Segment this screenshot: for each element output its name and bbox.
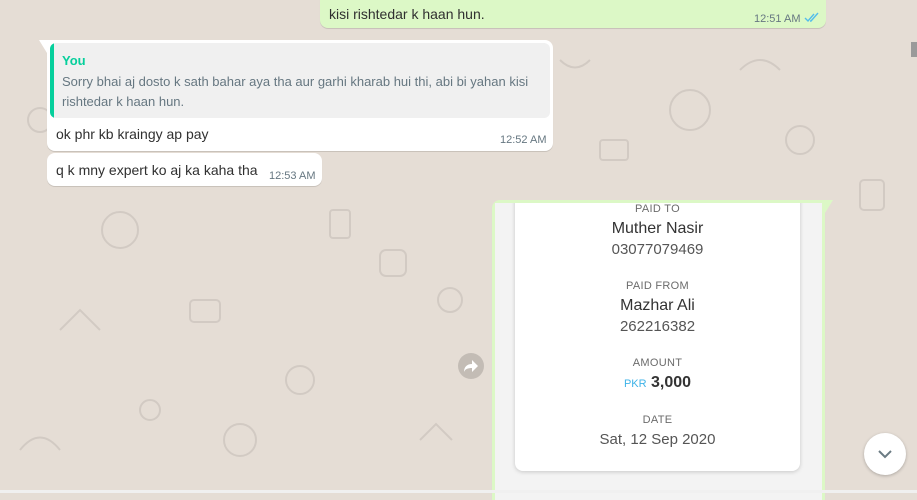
paid-to-number: 03077079469 (611, 241, 704, 258)
quoted-text: Sorry bhai aj dosto k sath bahar aya tha… (62, 74, 529, 109)
amount-number: 3,000 (651, 374, 692, 391)
paid-to-label: PAID TO (635, 203, 680, 215)
currency-code: PKR (623, 378, 647, 390)
outgoing-image-message[interactable]: PAID TO Muther Nasir 03077079469 PAID FR… (492, 200, 833, 500)
outgoing-message-bubble[interactable]: kisi rishtedar k haan hun. 12:51 AM (320, 0, 826, 28)
double-check-read-icon (804, 12, 819, 23)
message-time: 12:51 AM (754, 13, 801, 25)
paid-to-name: Muther Nasir (611, 220, 704, 237)
scrollbar-thumb[interactable] (911, 42, 917, 57)
message-text: kisi rishtedar k haan hun. (329, 6, 485, 22)
bubble-tail (39, 40, 47, 53)
scroll-to-bottom-button[interactable] (864, 433, 906, 475)
message-text: ok phr kb kraingy ap pay (56, 126, 209, 142)
amount-label: AMOUNT (632, 357, 683, 369)
date-label: DATE (642, 414, 673, 426)
incoming-message-bubble[interactable]: You Sorry bhai aj dosto k sath bahar aya… (39, 40, 553, 151)
amount-value: PKR 3,000 (515, 374, 800, 392)
message-text: q k mny expert ko aj ka kaha tha (56, 162, 258, 178)
message-time: 12:53 AM (269, 170, 316, 182)
message-time: 12:52 AM (500, 134, 547, 146)
paid-from-number: 262216382 (619, 318, 696, 335)
paid-from-label: PAID FROM (626, 280, 689, 292)
forward-arrow-icon (464, 360, 478, 372)
bubble-tail (825, 200, 833, 213)
quoted-author: You (62, 53, 86, 68)
quote-accent-bar (50, 43, 54, 118)
forward-button[interactable] (458, 353, 484, 379)
payment-receipt-card: PAID TO Muther Nasir 03077079469 PAID FR… (515, 203, 800, 471)
payment-date: Sat, 12 Sep 2020 (599, 431, 716, 448)
incoming-message-bubble[interactable]: q k mny expert ko aj ka kaha tha 12:53 A… (47, 153, 322, 186)
paid-from-name: Mazhar Ali (620, 297, 695, 314)
receipt-image[interactable]: PAID TO Muther Nasir 03077079469 PAID FR… (495, 203, 822, 500)
chevron-down-icon (878, 450, 892, 459)
quoted-message[interactable]: You Sorry bhai aj dosto k sath bahar aya… (50, 43, 550, 118)
